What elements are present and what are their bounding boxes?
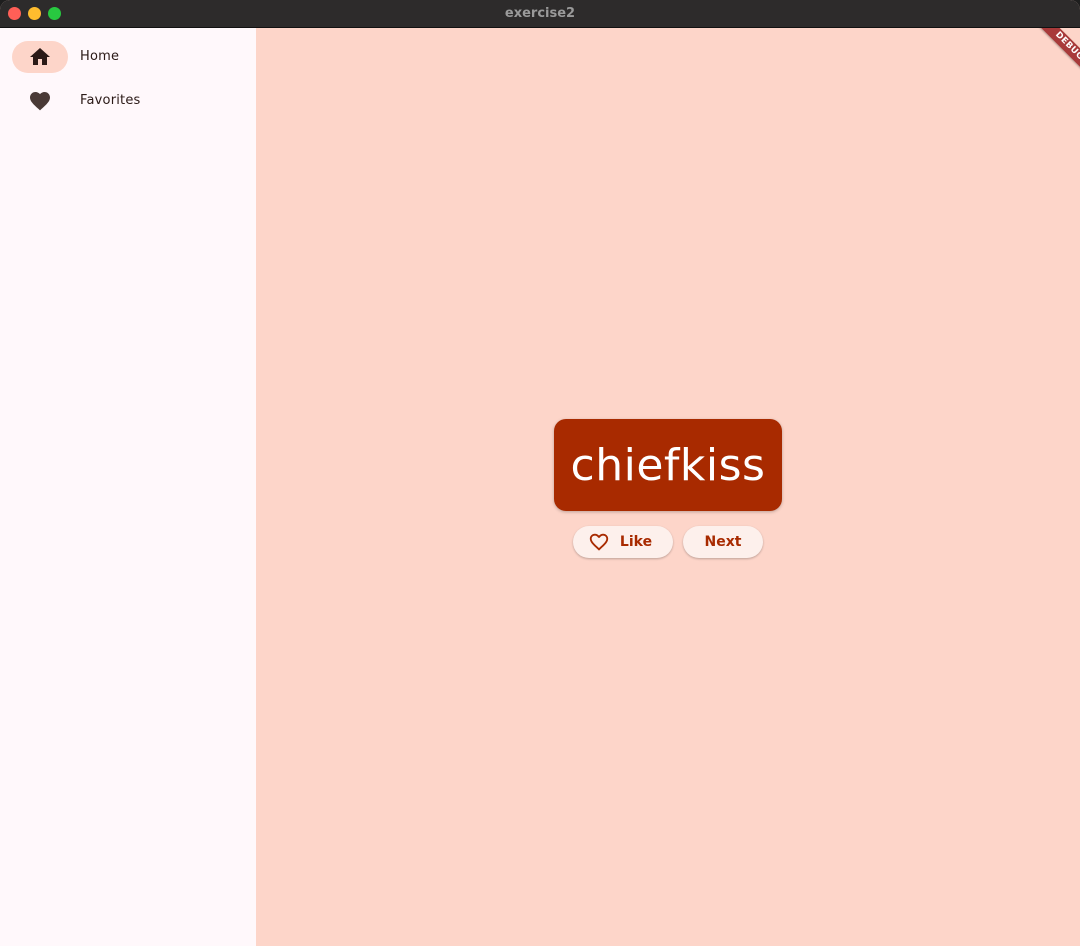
app-window: exercise2 Home Favorites chiefkiss Like [0, 0, 1080, 946]
navigation-rail: Home Favorites [0, 28, 256, 946]
heart-outline-icon [589, 533, 609, 551]
word-pair-text: chiefkiss [570, 439, 766, 491]
main-content: chiefkiss Like Next [256, 28, 1080, 946]
nav-item-favorites-label: Favorites [80, 93, 141, 108]
next-button-label: Next [704, 534, 742, 550]
title-bar: exercise2 [0, 0, 1080, 28]
word-pair-card: chiefkiss [554, 419, 782, 511]
nav-item-home-label: Home [80, 49, 120, 64]
like-button-label: Like [619, 534, 653, 550]
heart-icon [30, 92, 50, 111]
nav-item-favorites[interactable]: Favorites [12, 85, 212, 117]
nav-item-home[interactable]: Home [12, 41, 212, 73]
next-button[interactable]: Next [683, 526, 763, 558]
debug-banner-label: DEBUG [1032, 28, 1080, 83]
home-icon [30, 48, 50, 65]
like-button[interactable]: Like [573, 526, 673, 558]
debug-banner: DEBUG [1020, 28, 1080, 88]
window-title: exercise2 [504, 6, 576, 21]
